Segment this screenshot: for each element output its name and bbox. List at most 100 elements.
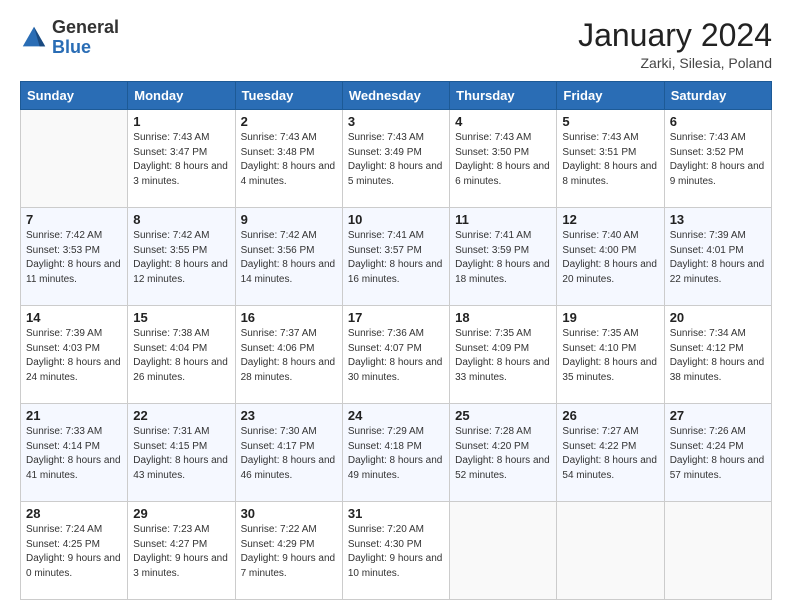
table-row: 4 Sunrise: 7:43 AM Sunset: 3:50 PM Dayli… bbox=[450, 110, 557, 208]
cell-info: Sunrise: 7:43 AM Sunset: 3:49 PM Dayligh… bbox=[348, 131, 444, 189]
col-saturday: Saturday bbox=[664, 82, 771, 110]
sunset-text: Sunset: 3:50 PM bbox=[455, 147, 529, 158]
table-row: 7 Sunrise: 7:42 AM Sunset: 3:53 PM Dayli… bbox=[21, 208, 128, 306]
day-number: 16 bbox=[241, 310, 337, 325]
sunset-text: Sunset: 4:18 PM bbox=[348, 441, 422, 452]
table-row: 1 Sunrise: 7:43 AM Sunset: 3:47 PM Dayli… bbox=[128, 110, 235, 208]
cell-info: Sunrise: 7:42 AM Sunset: 3:55 PM Dayligh… bbox=[133, 229, 229, 287]
sunrise-text: Sunrise: 7:43 AM bbox=[455, 132, 531, 143]
table-row: 9 Sunrise: 7:42 AM Sunset: 3:56 PM Dayli… bbox=[235, 208, 342, 306]
cell-info: Sunrise: 7:30 AM Sunset: 4:17 PM Dayligh… bbox=[241, 425, 337, 483]
table-row: 10 Sunrise: 7:41 AM Sunset: 3:57 PM Dayl… bbox=[342, 208, 449, 306]
daylight-text: Daylight: 8 hours and 38 minutes. bbox=[670, 357, 765, 383]
sunrise-text: Sunrise: 7:43 AM bbox=[670, 132, 746, 143]
table-row: 24 Sunrise: 7:29 AM Sunset: 4:18 PM Dayl… bbox=[342, 404, 449, 502]
daylight-text: Daylight: 8 hours and 3 minutes. bbox=[133, 161, 228, 187]
sunset-text: Sunset: 4:25 PM bbox=[26, 539, 100, 550]
day-number: 2 bbox=[241, 114, 337, 129]
sunrise-text: Sunrise: 7:35 AM bbox=[562, 328, 638, 339]
table-row: 6 Sunrise: 7:43 AM Sunset: 3:52 PM Dayli… bbox=[664, 110, 771, 208]
sunset-text: Sunset: 3:47 PM bbox=[133, 147, 207, 158]
sunrise-text: Sunrise: 7:39 AM bbox=[26, 328, 102, 339]
table-row: 13 Sunrise: 7:39 AM Sunset: 4:01 PM Dayl… bbox=[664, 208, 771, 306]
table-row: 28 Sunrise: 7:24 AM Sunset: 4:25 PM Dayl… bbox=[21, 502, 128, 600]
day-number: 24 bbox=[348, 408, 444, 423]
daylight-text: Daylight: 8 hours and 22 minutes. bbox=[670, 259, 765, 285]
day-number: 15 bbox=[133, 310, 229, 325]
day-number: 31 bbox=[348, 506, 444, 521]
sunrise-text: Sunrise: 7:30 AM bbox=[241, 426, 317, 437]
sunset-text: Sunset: 3:56 PM bbox=[241, 245, 315, 256]
sunrise-text: Sunrise: 7:29 AM bbox=[348, 426, 424, 437]
cell-info: Sunrise: 7:41 AM Sunset: 3:57 PM Dayligh… bbox=[348, 229, 444, 287]
daylight-text: Daylight: 9 hours and 3 minutes. bbox=[133, 553, 228, 579]
cell-info: Sunrise: 7:42 AM Sunset: 3:53 PM Dayligh… bbox=[26, 229, 122, 287]
sunrise-text: Sunrise: 7:37 AM bbox=[241, 328, 317, 339]
table-row bbox=[450, 502, 557, 600]
daylight-text: Daylight: 8 hours and 33 minutes. bbox=[455, 357, 550, 383]
logo-icon bbox=[20, 24, 48, 52]
sunset-text: Sunset: 4:04 PM bbox=[133, 343, 207, 354]
table-row: 18 Sunrise: 7:35 AM Sunset: 4:09 PM Dayl… bbox=[450, 306, 557, 404]
sunset-text: Sunset: 4:20 PM bbox=[455, 441, 529, 452]
table-row: 3 Sunrise: 7:43 AM Sunset: 3:49 PM Dayli… bbox=[342, 110, 449, 208]
day-number: 14 bbox=[26, 310, 122, 325]
day-number: 29 bbox=[133, 506, 229, 521]
sunrise-text: Sunrise: 7:40 AM bbox=[562, 230, 638, 241]
cell-info: Sunrise: 7:34 AM Sunset: 4:12 PM Dayligh… bbox=[670, 327, 766, 385]
table-row bbox=[664, 502, 771, 600]
table-row bbox=[557, 502, 664, 600]
cell-info: Sunrise: 7:26 AM Sunset: 4:24 PM Dayligh… bbox=[670, 425, 766, 483]
sunset-text: Sunset: 4:29 PM bbox=[241, 539, 315, 550]
sunset-text: Sunset: 4:09 PM bbox=[455, 343, 529, 354]
table-row: 21 Sunrise: 7:33 AM Sunset: 4:14 PM Dayl… bbox=[21, 404, 128, 502]
calendar-header-row: Sunday Monday Tuesday Wednesday Thursday… bbox=[21, 82, 772, 110]
cell-info: Sunrise: 7:39 AM Sunset: 4:01 PM Dayligh… bbox=[670, 229, 766, 287]
day-number: 26 bbox=[562, 408, 658, 423]
calendar-page: General Blue January 2024 Zarki, Silesia… bbox=[0, 0, 792, 612]
sunrise-text: Sunrise: 7:42 AM bbox=[133, 230, 209, 241]
title-block: January 2024 Zarki, Silesia, Poland bbox=[578, 18, 772, 71]
sunrise-text: Sunrise: 7:43 AM bbox=[133, 132, 209, 143]
cell-info: Sunrise: 7:24 AM Sunset: 4:25 PM Dayligh… bbox=[26, 523, 122, 581]
sunrise-text: Sunrise: 7:43 AM bbox=[241, 132, 317, 143]
daylight-text: Daylight: 8 hours and 16 minutes. bbox=[348, 259, 443, 285]
calendar-table: Sunday Monday Tuesday Wednesday Thursday… bbox=[20, 81, 772, 600]
daylight-text: Daylight: 8 hours and 49 minutes. bbox=[348, 455, 443, 481]
sunset-text: Sunset: 4:14 PM bbox=[26, 441, 100, 452]
calendar-week-row: 21 Sunrise: 7:33 AM Sunset: 4:14 PM Dayl… bbox=[21, 404, 772, 502]
sunset-text: Sunset: 4:01 PM bbox=[670, 245, 744, 256]
table-row: 2 Sunrise: 7:43 AM Sunset: 3:48 PM Dayli… bbox=[235, 110, 342, 208]
table-row: 22 Sunrise: 7:31 AM Sunset: 4:15 PM Dayl… bbox=[128, 404, 235, 502]
table-row: 20 Sunrise: 7:34 AM Sunset: 4:12 PM Dayl… bbox=[664, 306, 771, 404]
daylight-text: Daylight: 8 hours and 18 minutes. bbox=[455, 259, 550, 285]
cell-info: Sunrise: 7:43 AM Sunset: 3:51 PM Dayligh… bbox=[562, 131, 658, 189]
sunset-text: Sunset: 4:03 PM bbox=[26, 343, 100, 354]
day-number: 9 bbox=[241, 212, 337, 227]
sunrise-text: Sunrise: 7:38 AM bbox=[133, 328, 209, 339]
table-row: 25 Sunrise: 7:28 AM Sunset: 4:20 PM Dayl… bbox=[450, 404, 557, 502]
day-number: 25 bbox=[455, 408, 551, 423]
header: General Blue January 2024 Zarki, Silesia… bbox=[20, 18, 772, 71]
daylight-text: Daylight: 8 hours and 12 minutes. bbox=[133, 259, 228, 285]
sunrise-text: Sunrise: 7:43 AM bbox=[348, 132, 424, 143]
sunrise-text: Sunrise: 7:41 AM bbox=[348, 230, 424, 241]
day-number: 6 bbox=[670, 114, 766, 129]
calendar-week-row: 1 Sunrise: 7:43 AM Sunset: 3:47 PM Dayli… bbox=[21, 110, 772, 208]
cell-info: Sunrise: 7:20 AM Sunset: 4:30 PM Dayligh… bbox=[348, 523, 444, 581]
sunrise-text: Sunrise: 7:28 AM bbox=[455, 426, 531, 437]
location: Zarki, Silesia, Poland bbox=[578, 55, 772, 71]
table-row: 29 Sunrise: 7:23 AM Sunset: 4:27 PM Dayl… bbox=[128, 502, 235, 600]
table-row: 15 Sunrise: 7:38 AM Sunset: 4:04 PM Dayl… bbox=[128, 306, 235, 404]
col-friday: Friday bbox=[557, 82, 664, 110]
sunset-text: Sunset: 4:07 PM bbox=[348, 343, 422, 354]
sunset-text: Sunset: 3:49 PM bbox=[348, 147, 422, 158]
daylight-text: Daylight: 8 hours and 8 minutes. bbox=[562, 161, 657, 187]
daylight-text: Daylight: 8 hours and 52 minutes. bbox=[455, 455, 550, 481]
day-number: 19 bbox=[562, 310, 658, 325]
sunrise-text: Sunrise: 7:42 AM bbox=[241, 230, 317, 241]
table-row: 11 Sunrise: 7:41 AM Sunset: 3:59 PM Dayl… bbox=[450, 208, 557, 306]
table-row: 31 Sunrise: 7:20 AM Sunset: 4:30 PM Dayl… bbox=[342, 502, 449, 600]
sunrise-text: Sunrise: 7:26 AM bbox=[670, 426, 746, 437]
table-row: 17 Sunrise: 7:36 AM Sunset: 4:07 PM Dayl… bbox=[342, 306, 449, 404]
